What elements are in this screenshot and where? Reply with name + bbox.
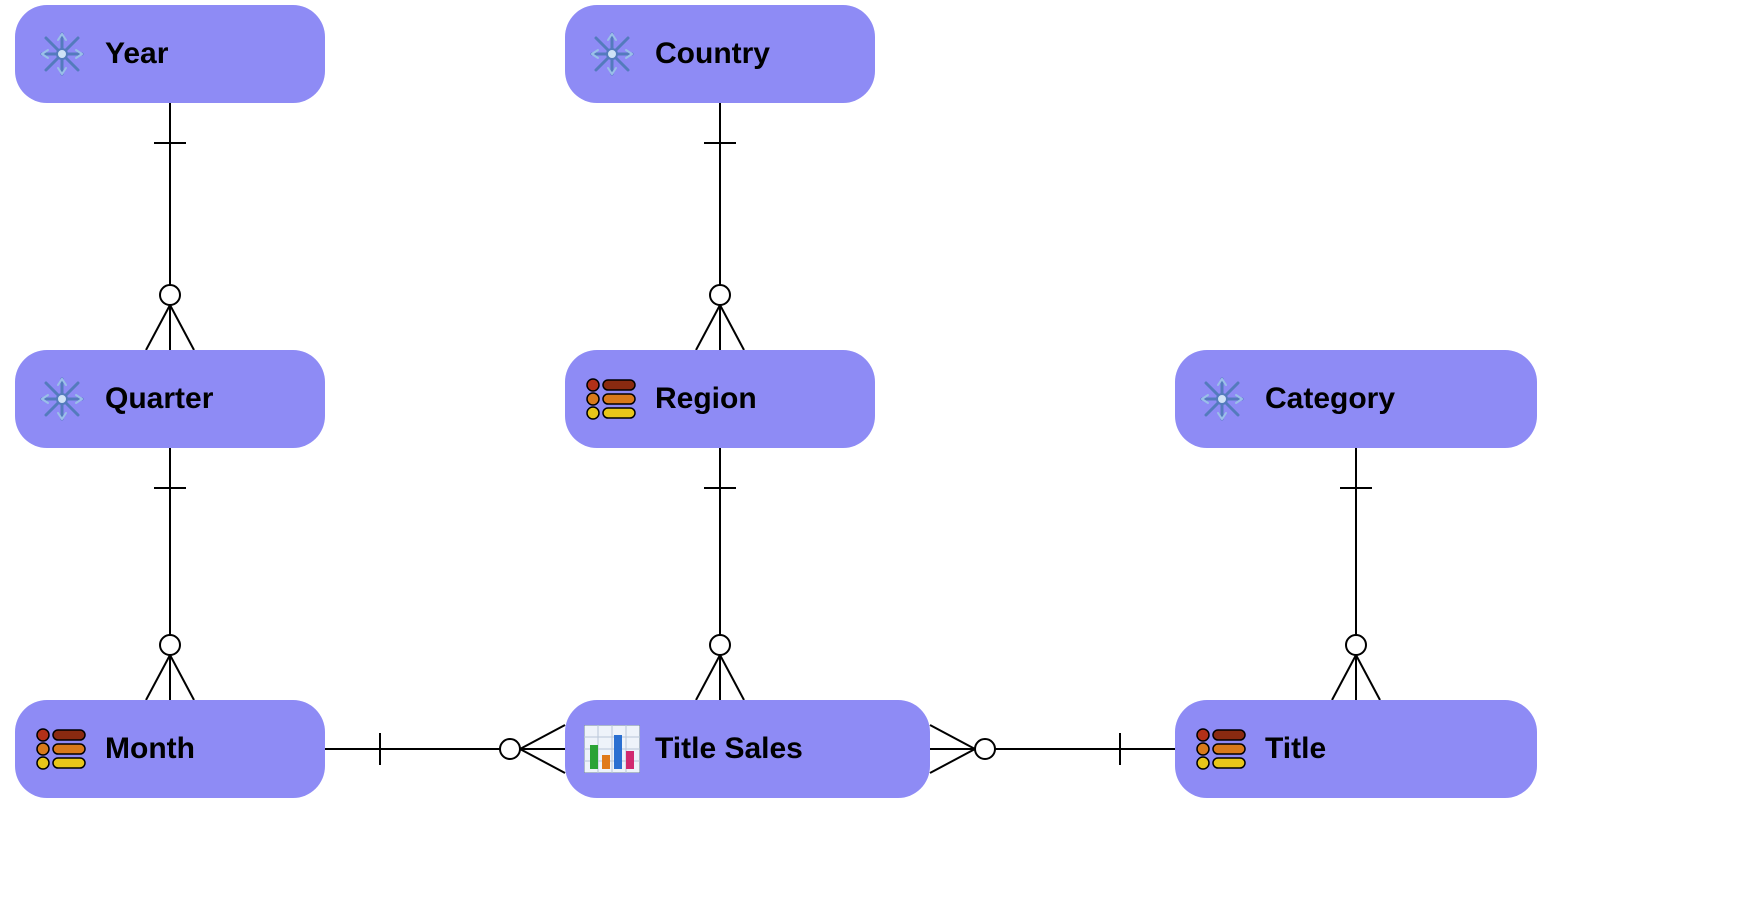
entity-label: Title	[1265, 732, 1326, 766]
entity-title-sales[interactable]: Title Sales	[565, 700, 930, 798]
entity-label: Month	[105, 732, 195, 766]
entity-label: Category	[1265, 382, 1395, 416]
entity-label: Country	[655, 37, 770, 71]
chart-icon	[583, 720, 641, 778]
snowflake-icon	[33, 370, 91, 428]
entity-label: Quarter	[105, 382, 213, 416]
diagram-canvas: Year Quarter Month	[0, 0, 1745, 900]
entity-country[interactable]: Country	[565, 5, 875, 103]
snowflake-icon	[1193, 370, 1251, 428]
list-icon	[1193, 720, 1251, 778]
entity-label: Title Sales	[655, 732, 803, 766]
entity-quarter[interactable]: Quarter	[15, 350, 325, 448]
entity-region[interactable]: Region	[565, 350, 875, 448]
list-icon	[33, 720, 91, 778]
snowflake-icon	[583, 25, 641, 83]
entity-year[interactable]: Year	[15, 5, 325, 103]
entity-title[interactable]: Title	[1175, 700, 1537, 798]
entity-month[interactable]: Month	[15, 700, 325, 798]
list-icon	[583, 370, 641, 428]
entity-label: Year	[105, 37, 168, 71]
snowflake-icon	[33, 25, 91, 83]
entity-category[interactable]: Category	[1175, 350, 1537, 448]
entity-label: Region	[655, 382, 757, 416]
